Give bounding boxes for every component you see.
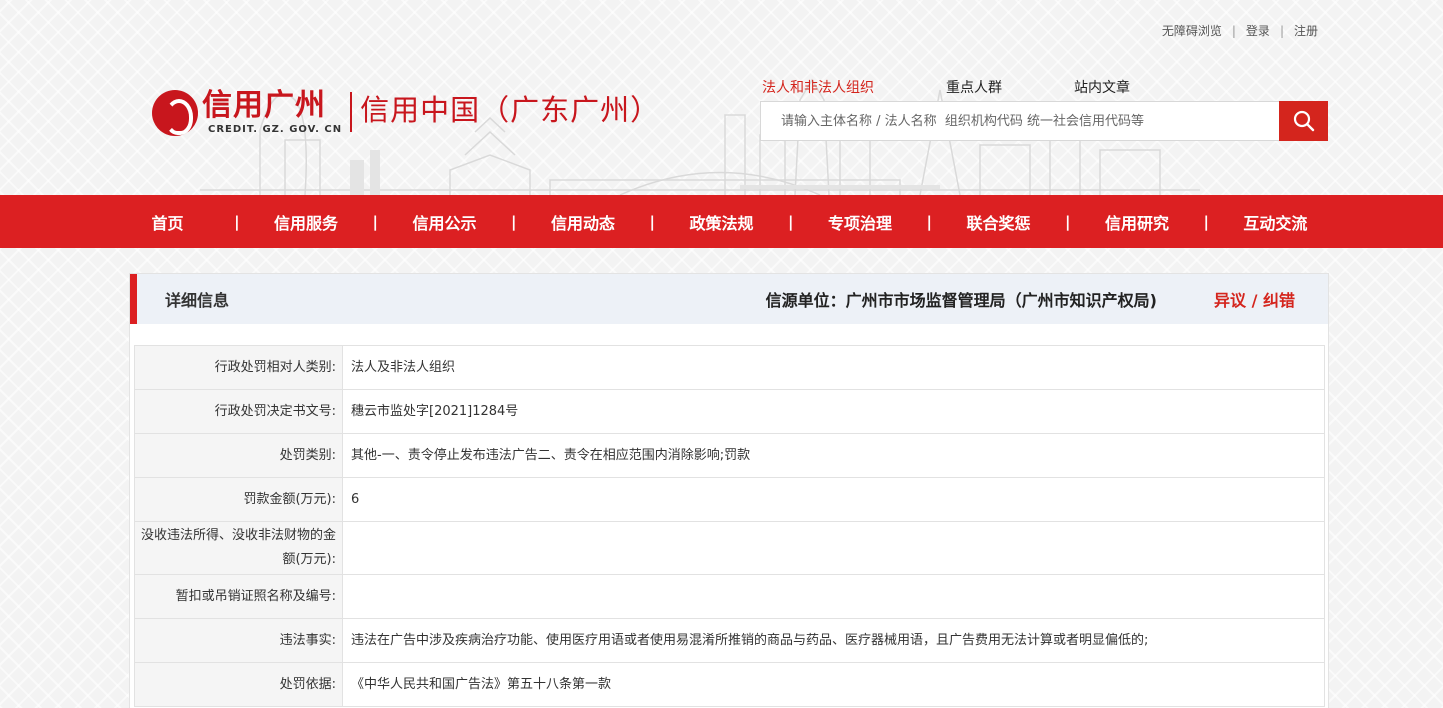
search-input[interactable] bbox=[761, 102, 1279, 140]
table-row: 处罚依据: 《中华人民共和国广告法》第五十八条第一款 bbox=[134, 662, 1325, 707]
field-label: 没收违法所得、没收非法财物的金额(万元): bbox=[134, 521, 343, 575]
nav-item-credit-news[interactable]: 信用动态 bbox=[517, 210, 650, 234]
field-label: 处罚类别: bbox=[134, 433, 343, 478]
table-row: 处罚类别: 其他-一、责令停止发布违法广告二、责令在相应范围内消除影响;罚款 bbox=[134, 433, 1325, 478]
search-tab-organization[interactable]: 法人和非法人组织 bbox=[762, 77, 874, 97]
field-value: 法人及非法人组织 bbox=[342, 345, 1325, 390]
panel-title: 详细信息 bbox=[165, 291, 230, 310]
separator: | bbox=[1279, 23, 1284, 38]
field-label: 暂扣或吊销证照名称及编号: bbox=[134, 574, 343, 619]
search-tab-key-groups[interactable]: 重点人群 bbox=[946, 77, 1002, 97]
table-row: 没收违法所得、没收非法财物的金额(万元): bbox=[134, 521, 1325, 575]
field-value bbox=[342, 574, 1325, 619]
objection-link[interactable]: 异议 / 纠错 bbox=[1214, 287, 1295, 311]
nav-item-policies[interactable]: 政策法规 bbox=[655, 210, 788, 234]
search-tab-site-articles[interactable]: 站内文章 bbox=[1074, 77, 1130, 97]
logo-text: 信用广州 CREDIT. GZ. GOV. CN bbox=[202, 88, 342, 135]
field-value bbox=[342, 521, 1325, 575]
table-row: 行政处罚决定书文号: 穗云市监处字[2021]1284号 bbox=[134, 389, 1325, 434]
nav-item-credit-research[interactable]: 信用研究 bbox=[1070, 210, 1203, 234]
search-box bbox=[760, 101, 1328, 141]
nav-item-special-governance[interactable]: 专项治理 bbox=[793, 210, 926, 234]
field-value: 其他-一、责令停止发布违法广告二、责令在相应范围内消除影响;罚款 bbox=[342, 433, 1325, 478]
nav-item-credit-publicity[interactable]: 信用公示 bbox=[378, 210, 511, 234]
search-tabs: 法人和非法人组织 重点人群 站内文章 bbox=[762, 77, 1202, 97]
top-links: 无障碍浏览 | 登录 | 注册 bbox=[1162, 22, 1318, 39]
panel-header: 详细信息 信源单位：广州市市场监督管理局（广州市知识产权局) 异议 / 纠错 bbox=[130, 274, 1328, 324]
table-row: 暂扣或吊销证照名称及编号: bbox=[134, 574, 1325, 619]
table-row: 罚款金额(万元): 6 bbox=[134, 477, 1325, 522]
logo-emblem-icon bbox=[152, 90, 198, 136]
source-unit: 信源单位：广州市市场监督管理局（广州市知识产权局) bbox=[765, 291, 1157, 310]
accessibility-link[interactable]: 无障碍浏览 bbox=[1162, 22, 1222, 39]
detail-panel: 详细信息 信源单位：广州市市场监督管理局（广州市知识产权局) 异议 / 纠错 行… bbox=[129, 273, 1329, 708]
search-icon bbox=[1293, 110, 1314, 132]
site-logo[interactable]: 信用广州 CREDIT. GZ. GOV. CN 信用中国（广东广州） bbox=[152, 88, 660, 136]
nav-item-joint-rewards[interactable]: 联合奖惩 bbox=[932, 210, 1065, 234]
field-label: 罚款金额(万元): bbox=[134, 477, 343, 522]
field-value: 《中华人民共和国广告法》第五十八条第一款 bbox=[342, 662, 1325, 707]
field-value: 穗云市监处字[2021]1284号 bbox=[342, 389, 1325, 434]
site-header: 无障碍浏览 | 登录 | 注册 信用广州 CREDIT. GZ. GOV. CN… bbox=[0, 0, 1443, 195]
table-row: 行政处罚相对人类别: 法人及非法人组织 bbox=[134, 345, 1325, 390]
logo-domain: CREDIT. GZ. GOV. CN bbox=[208, 124, 343, 135]
nav-item-home[interactable]: 首页 bbox=[101, 210, 234, 234]
login-link[interactable]: 登录 bbox=[1246, 22, 1270, 39]
table-row: 违法事实: 违法在广告中涉及疾病治疗功能、使用医疗用语或者使用易混淆所推销的商品… bbox=[134, 618, 1325, 663]
register-link[interactable]: 注册 bbox=[1294, 22, 1318, 39]
nav-item-interaction[interactable]: 互动交流 bbox=[1209, 210, 1342, 234]
field-label: 处罚依据: bbox=[134, 662, 343, 707]
search-button[interactable] bbox=[1279, 101, 1328, 141]
detail-table: 行政处罚相对人类别: 法人及非法人组织 行政处罚决定书文号: 穗云市监处字[20… bbox=[134, 345, 1325, 707]
logo-subtitle: 信用中国（广东广州） bbox=[360, 93, 661, 127]
field-value: 违法在广告中涉及疾病治疗功能、使用医疗用语或者使用易混淆所推销的商品与药品、医疗… bbox=[342, 618, 1325, 663]
separator: | bbox=[1231, 23, 1236, 38]
field-label: 行政处罚决定书文号: bbox=[134, 389, 343, 434]
field-value: 6 bbox=[342, 477, 1325, 522]
main-nav: 首页 | 信用服务 | 信用公示 | 信用动态 | 政策法规 | 专项治理 | … bbox=[0, 195, 1443, 248]
field-label: 行政处罚相对人类别: bbox=[134, 345, 343, 390]
nav-item-credit-service[interactable]: 信用服务 bbox=[240, 210, 373, 234]
logo-name: 信用广州 bbox=[202, 88, 326, 123]
field-label: 违法事实: bbox=[134, 618, 343, 663]
logo-divider bbox=[350, 92, 353, 132]
